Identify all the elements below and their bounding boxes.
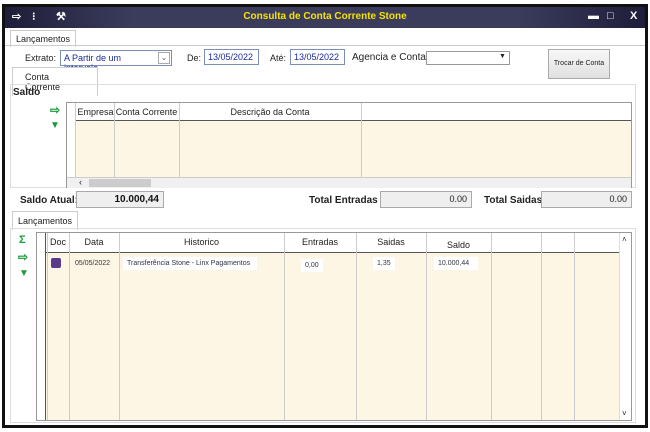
de-label: De: xyxy=(187,53,202,63)
extrato-select[interactable]: A Partir de um intervalo⌄ xyxy=(60,50,172,73)
export-icon[interactable]: ⇨ xyxy=(50,103,60,117)
col-saidas[interactable]: Saidas xyxy=(356,237,426,247)
cell-historico: Transferência Stone - Linx Pagamentos xyxy=(123,257,257,270)
trocar-conta-button[interactable]: Trocar de Conta xyxy=(548,49,610,79)
expand-icon[interactable]: ▼ xyxy=(50,120,60,131)
close-button[interactable]: X xyxy=(630,10,637,22)
total-saidas-label: Total Saidas xyxy=(484,195,543,206)
cell-saldo: 10.000,44 xyxy=(434,257,478,270)
lancamentos-grid[interactable]: Doc Data Historico Entradas Saidas Saldo… xyxy=(36,232,632,421)
scrollbar-thumb[interactable] xyxy=(89,179,151,187)
horizontal-scrollbar[interactable]: ‹ xyxy=(67,177,631,188)
dropdown-arrow-icon[interactable]: ▼ xyxy=(499,53,506,60)
saldo-grid[interactable]: Empresa Conta Corrente Descrição da Cont… xyxy=(66,102,632,188)
cell-entradas: 0,00 xyxy=(301,259,323,272)
ate-date-input[interactable]: 13/05/2022 xyxy=(290,49,345,65)
col-descricao[interactable]: Descrição da Conta xyxy=(179,107,361,117)
cell-saidas: 1,35 xyxy=(373,257,395,270)
divider xyxy=(5,45,645,46)
col-doc[interactable]: Doc xyxy=(47,237,69,247)
col-conta-corrente[interactable]: Conta Corrente xyxy=(114,107,179,117)
agencia-select[interactable] xyxy=(426,51,510,65)
total-entradas-value: 0.00 xyxy=(380,191,472,208)
extrato-label: Extrato: xyxy=(25,53,57,63)
chevron-down-icon[interactable]: ⌄ xyxy=(158,52,170,64)
de-date-input[interactable]: 13/05/2022 xyxy=(204,49,259,65)
saldo-atual-label: Saldo Atual: xyxy=(20,195,78,206)
saldo-atual-value: 10.000,44 xyxy=(76,191,164,208)
col-data[interactable]: Data xyxy=(69,237,119,247)
maximize-button[interactable]: □ xyxy=(607,10,614,22)
scroll-up-icon[interactable]: ˄ xyxy=(622,235,627,244)
cell-data: 05/05/2022 xyxy=(75,260,111,267)
vertical-scrollbar[interactable]: ˄ ˅ xyxy=(619,233,631,420)
col-saldo[interactable]: Saldo xyxy=(426,240,491,250)
total-entradas-label: Total Entradas xyxy=(309,195,378,206)
scroll-down-icon[interactable]: ˅ xyxy=(622,409,627,418)
window-title: Consulta de Conta Corrente Stone xyxy=(243,11,407,22)
expand-icon[interactable]: ▼ xyxy=(19,268,29,279)
sum-icon[interactable]: Σ xyxy=(19,234,26,246)
minimize-button[interactable]: ▬ xyxy=(588,10,599,22)
total-saidas-value: 0.00 xyxy=(541,191,632,208)
col-historico[interactable]: Historico xyxy=(119,237,284,247)
col-empresa[interactable]: Empresa xyxy=(77,107,114,117)
export-icon[interactable]: ⇨ xyxy=(18,250,28,264)
ate-label: Até: xyxy=(270,53,287,63)
title-bar: ⇨ ⁝ ⚒ Consulta de Conta Corrente Stone ▬… xyxy=(5,7,645,28)
row-indicator xyxy=(37,233,46,420)
document-icon[interactable] xyxy=(51,258,61,268)
col-entradas[interactable]: Entradas xyxy=(284,237,356,247)
saldo-label: Saldo xyxy=(13,87,41,98)
scroll-left-icon[interactable]: ‹ xyxy=(79,177,82,187)
agencia-label: Agencia e Conta xyxy=(352,52,426,63)
